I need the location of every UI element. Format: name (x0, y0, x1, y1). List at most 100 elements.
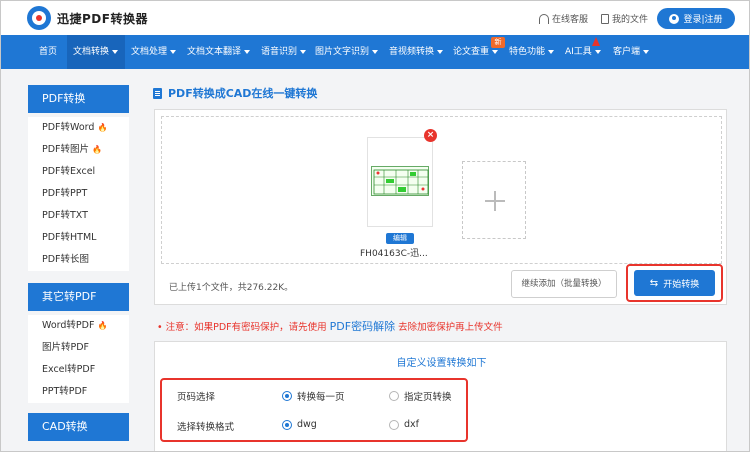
brand-logo-icon[interactable] (27, 6, 51, 30)
sidebar-item-pdf-to-long-image[interactable]: PDF转长图 (28, 249, 129, 271)
file-name: FH04163C-迅... (360, 249, 428, 259)
sidebar-item-pdf-to-excel[interactable]: PDF转Excel (28, 161, 129, 183)
edit-file-button[interactable]: 编辑 (386, 233, 414, 244)
nav-item-ocr[interactable]: 图片文字识别 (313, 35, 385, 69)
format-select-label: 选择转换格式 (177, 422, 235, 433)
nav-item-doc-process[interactable]: 文档处理 (125, 35, 181, 69)
sidebar-group-cad-convert[interactable]: CAD转换 (28, 413, 129, 441)
nav-item-features[interactable]: 特色功能 (507, 35, 563, 69)
upload-status-text: 已上传1个文件，共276.22K。 (169, 283, 294, 293)
page-title: PDF转换成CAD在线一键转换 (168, 87, 318, 100)
notice-text-before: • 注意：如果PDF有密码保护，请先使用 (157, 322, 327, 333)
radio-unselected-icon (389, 419, 399, 430)
settings-options-highlight: 页码选择 转换每一页 指定页转换 选择转换格式 dwg dxf (160, 378, 468, 442)
password-notice: • 注意：如果PDF有密码保护，请先使用 PDF密码解除 去除加密保护再上传文件 (157, 318, 503, 334)
start-button-highlight: ⇆ 开始转换 (626, 264, 723, 302)
sidebar-item-label: PDF转HTML (42, 232, 97, 243)
nav-label: 客户端 (613, 47, 641, 57)
chevron-down-icon (643, 49, 650, 54)
sidebar-item-label: PDF转TXT (42, 210, 88, 221)
cad-drawing-preview-icon (371, 166, 429, 196)
nav-item-client[interactable]: 客户端 (611, 35, 663, 69)
radio-label: 转换每一页 (297, 392, 345, 403)
pdf-unlock-link[interactable]: PDF密码解除 (330, 320, 395, 333)
add-file-button[interactable] (462, 161, 526, 239)
nav-item-speech[interactable]: 语音识别 (257, 35, 313, 69)
chevron-down-icon (244, 49, 251, 54)
nav-item-home[interactable]: 首页 (31, 35, 65, 69)
sidebar-item-excel-to-pdf[interactable]: Excel转PDF (28, 359, 129, 381)
upload-card: × 编辑 FH04163C-迅... 已上传1个文件，共276.22K。 继续添… (154, 109, 727, 305)
hot-flag-icon (592, 37, 600, 46)
top-header: 迅捷PDF转换器 在线客服 我的文件 登录|注册 (1, 1, 749, 35)
radio-specific-pages[interactable]: 指定页转换 (389, 389, 452, 403)
nav-label: 首页 (39, 47, 58, 57)
nav-item-doc-convert[interactable]: 文档转换 (67, 35, 125, 69)
sidebar-item-word-to-pdf[interactable]: Word转PDF 🔥 (28, 315, 129, 337)
notice-text-after: 去除加密保护再上传文件 (398, 322, 503, 333)
sidebar-list-other-to-pdf: Word转PDF 🔥 图片转PDF Excel转PDF PPT转PDF (28, 315, 129, 403)
document-icon (601, 13, 609, 24)
sidebar-item-pdf-to-image[interactable]: PDF转图片 🔥 (28, 139, 129, 161)
login-register-button[interactable]: 登录|注册 (657, 8, 735, 29)
nav-item-translate[interactable]: 文档文本翻译 (181, 35, 257, 69)
radio-label: dwg (297, 419, 317, 430)
sidebar-item-pdf-to-html[interactable]: PDF转HTML (28, 227, 129, 249)
radio-unselected-icon (389, 391, 399, 401)
sidebar-item-label: 图片转PDF (42, 342, 90, 353)
sidebar-item-label: PDF转长图 (42, 254, 90, 265)
headset-icon (539, 13, 549, 24)
sidebar-item-label: Excel转PDF (42, 364, 96, 375)
sidebar-item-label: PPT转PDF (42, 386, 88, 397)
sidebar-item-label: PDF转图片 (42, 144, 90, 155)
fire-icon: 🔥 (97, 321, 108, 330)
start-convert-label: 开始转换 (663, 279, 700, 290)
user-icon (669, 13, 680, 24)
chevron-down-icon (170, 49, 177, 54)
nav-label: 音视频转换 (389, 47, 435, 57)
main-nav: 首页 文档转换 文档处理 文档文本翻译 语音识别 图片文字识别 音视频转换 论文… (1, 35, 749, 69)
chevron-down-icon (492, 49, 499, 54)
settings-title: 自定义设置转换如下 (396, 358, 487, 369)
nav-item-ai-tools[interactable]: AI工具 (563, 35, 611, 69)
start-convert-button[interactable]: ⇆ 开始转换 (634, 270, 715, 296)
file-dropzone[interactable]: × 编辑 FH04163C-迅... (161, 116, 722, 264)
page-title-row: PDF转换成CAD在线一键转换 (153, 85, 317, 101)
sidebar-item-image-to-pdf[interactable]: 图片转PDF (28, 337, 129, 359)
radio-label: 指定页转换 (404, 392, 452, 403)
sidebar-item-pdf-to-word[interactable]: PDF转Word 🔥 (28, 117, 129, 139)
sidebar-group-pdf-convert[interactable]: PDF转换 (28, 85, 129, 113)
chevron-down-icon (548, 49, 555, 54)
sidebar-item-pdf-to-txt[interactable]: PDF转TXT (28, 205, 129, 227)
file-thumbnail[interactable] (367, 137, 433, 227)
chevron-down-icon (112, 49, 119, 54)
radio-convert-every-page[interactable]: 转换每一页 (282, 389, 345, 403)
app-window: 迅捷PDF转换器 在线客服 我的文件 登录|注册 首页 文档转换 文档处理 文档… (0, 0, 750, 452)
settings-card: 自定义设置转换如下 页码选择 转换每一页 指定页转换 选择转换格式 dwg dx… (154, 341, 727, 451)
sidebar-item-label: PDF转PPT (42, 188, 88, 199)
page-select-label: 页码选择 (177, 392, 216, 403)
radio-format-dwg[interactable]: dwg (282, 419, 317, 430)
radio-format-dxf[interactable]: dxf (389, 419, 419, 430)
sidebar-item-label: Word转PDF (42, 320, 95, 331)
document-icon (153, 87, 162, 99)
sidebar-item-pdf-to-ppt[interactable]: PDF转PPT (28, 183, 129, 205)
plus-icon (485, 191, 505, 211)
cad-preview-graphic (373, 169, 429, 195)
radio-label: dxf (404, 419, 419, 430)
sidebar-item-ppt-to-pdf[interactable]: PPT转PDF (28, 381, 129, 403)
brand-name[interactable]: 迅捷PDF转换器 (57, 10, 148, 27)
online-service-link[interactable]: 在线客服 (539, 12, 588, 25)
my-files-link[interactable]: 我的文件 (601, 12, 648, 25)
nav-item-av[interactable]: 音视频转换 (385, 35, 449, 69)
remove-file-button[interactable]: × (424, 129, 437, 142)
continue-add-button[interactable]: 继续添加（批量转换） (511, 270, 617, 298)
nav-label: 文档处理 (131, 47, 168, 57)
nav-label: 文档文本翻译 (187, 47, 242, 57)
nav-label: AI工具 (565, 47, 592, 57)
online-service-label: 在线客服 (552, 15, 589, 25)
nav-label: 论文查重 (453, 47, 490, 57)
fire-icon: 🔥 (92, 145, 102, 154)
swap-arrows-icon: ⇆ (649, 277, 659, 289)
sidebar-group-other-to-pdf[interactable]: 其它转PDF (28, 283, 129, 311)
